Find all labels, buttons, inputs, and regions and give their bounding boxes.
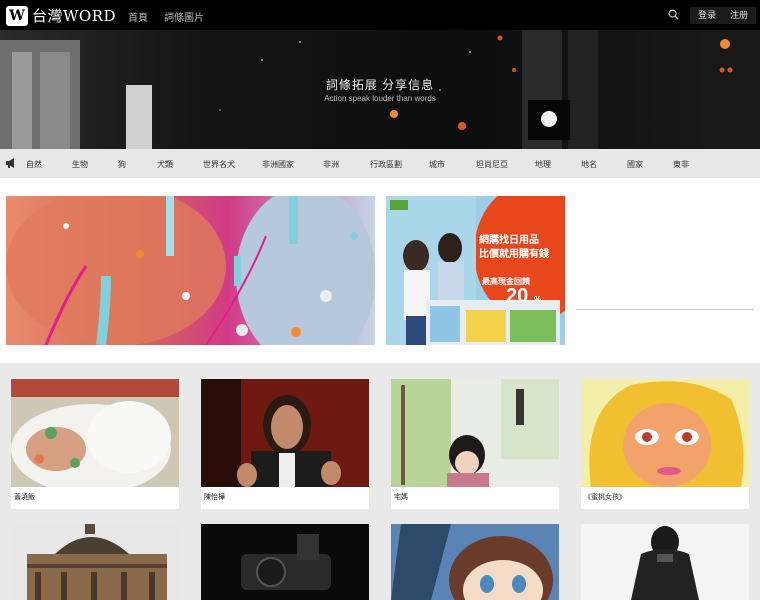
register-button[interactable]: 注册 (722, 7, 757, 24)
category-link[interactable]: 非洲國家 (262, 159, 294, 170)
card-thumbnail[interactable] (581, 379, 749, 487)
site-logo[interactable]: W 台灣WORD (6, 5, 116, 26)
ad-photo (386, 196, 560, 345)
ad-line-1: 網購找日用品 (479, 235, 539, 246)
megaphone-icon (6, 158, 14, 168)
category-link[interactable]: 非洲 (323, 159, 339, 170)
feature-banner-image[interactable] (6, 196, 375, 345)
card-caption[interactable]: 《蜜桃女孩》 (584, 492, 626, 502)
nav-images-link[interactable]: 詞條圖片 (164, 9, 204, 24)
category-link[interactable]: 國家 (627, 159, 643, 170)
hero-title: 詞條拓展 分享信息 (325, 78, 435, 92)
image-card[interactable] (201, 524, 369, 600)
search-icon[interactable] (668, 9, 679, 20)
category-link[interactable]: 坦尚尼亞 (476, 159, 508, 170)
logo-mark: W (6, 5, 28, 26)
hero-banner: 詞條拓展 分享信息 Action speak louder than words (0, 30, 760, 149)
image-card[interactable]: 蓋澆飯 (11, 379, 179, 509)
category-link[interactable]: 地名 (581, 159, 597, 170)
category-link[interactable]: 生物 (72, 159, 88, 170)
empty-ad-slot (576, 196, 754, 310)
card-thumbnail[interactable] (391, 379, 559, 487)
main-nav: 首頁 詞條圖片 (128, 9, 204, 24)
ad-percent-sign: % (534, 295, 542, 304)
logo-text: 台灣WORD (32, 7, 117, 25)
category-bar: 自然 生物 狗 犬類 世界名犬 非洲國家 非洲 行政區劃 城市 坦尚尼亞 地理 … (0, 149, 760, 178)
card-thumbnail[interactable] (391, 524, 559, 600)
card-caption[interactable]: 宅媽 (394, 492, 408, 502)
card-thumbnail[interactable] (201, 524, 369, 600)
category-link[interactable]: 城市 (429, 159, 445, 170)
category-link[interactable]: 行政區劃 (370, 159, 402, 170)
category-link[interactable]: 地理 (535, 159, 551, 170)
nav-home-link[interactable]: 首頁 (128, 9, 148, 24)
card-thumbnail[interactable] (581, 524, 749, 600)
image-card[interactable]: 陳怡樺 (201, 379, 369, 509)
image-card[interactable] (581, 524, 749, 600)
category-link[interactable]: 自然 (26, 159, 42, 170)
ad-percent-value: 20 (506, 285, 529, 307)
card-thumbnail[interactable] (11, 379, 179, 487)
top-header: W 台灣WORD 首頁 詞條圖片 登录 注册 (0, 0, 760, 30)
category-link[interactable]: 東非 (673, 159, 689, 170)
category-link[interactable]: 狗 (118, 159, 126, 170)
card-caption[interactable]: 陳怡樺 (204, 492, 225, 502)
image-card[interactable] (11, 524, 179, 600)
splash-artwork (6, 196, 375, 345)
hero-subtitle: Action speak louder than words (324, 94, 436, 103)
ad-line-2: 比價就用購有錢 (479, 249, 549, 260)
category-link[interactable]: 犬類 (157, 159, 173, 170)
image-card[interactable] (391, 524, 559, 600)
card-thumbnail[interactable] (201, 379, 369, 487)
category-link[interactable]: 世界名犬 (203, 159, 235, 170)
image-card[interactable]: 宅媽 (391, 379, 559, 509)
card-caption[interactable]: 蓋澆飯 (14, 492, 35, 502)
ad-banner[interactable]: 網購找日用品 比價就用購有錢 最高現金回饋 20 % (386, 196, 565, 345)
login-button[interactable]: 登录 (690, 7, 725, 24)
image-card[interactable]: 《蜜桃女孩》 (581, 379, 749, 509)
card-thumbnail[interactable] (11, 524, 179, 600)
